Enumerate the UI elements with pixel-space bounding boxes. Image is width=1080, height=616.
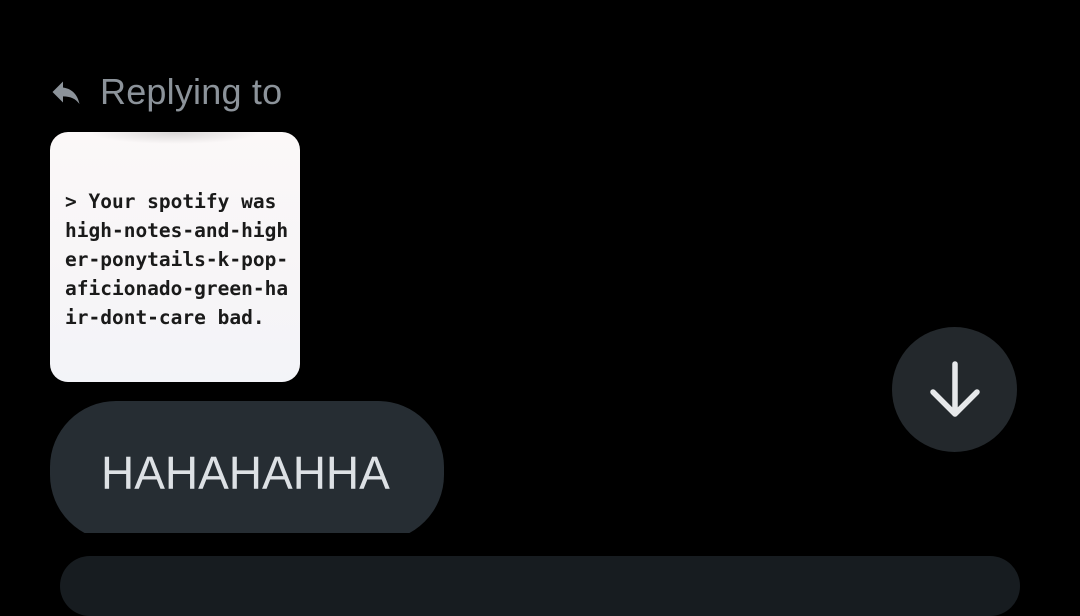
card-shadow [90, 132, 260, 144]
reply-header: Replying to [48, 66, 282, 118]
quoted-message-card[interactable]: > Your spotify was high-notes-and-higher… [50, 132, 300, 382]
reply-label: Replying to [100, 71, 283, 112]
composer-bar[interactable] [60, 556, 1020, 616]
message-bubble[interactable]: HAHAHAHHA [50, 401, 444, 541]
quoted-message-text: > Your spotify was high-notes-and-higher… [65, 190, 289, 329]
message-text: HAHAHAHHA [101, 447, 390, 499]
arrow-down-icon [929, 360, 980, 417]
scroll-to-bottom-button[interactable] [892, 327, 1017, 452]
reply-arrow-icon [48, 74, 84, 110]
